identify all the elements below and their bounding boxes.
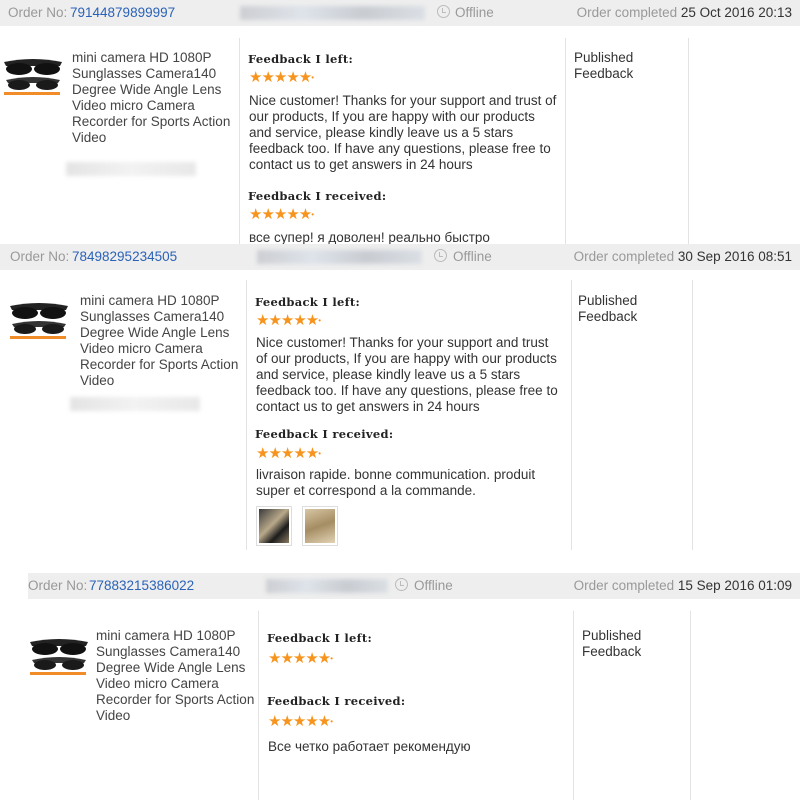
blurred-product-detail (66, 162, 196, 176)
published-feedback-status: Published Feedback (574, 50, 634, 81)
blurred-product-detail (70, 397, 200, 411)
feedback-received-heading: Feedback I received: (267, 694, 406, 708)
product-thumbnail[interactable] (28, 632, 90, 676)
online-status: Offline (414, 578, 453, 593)
order-header: Order No: 79144879899997 Offline Order c… (0, 0, 800, 26)
blurred-buyer-name (266, 579, 388, 593)
product-title-link[interactable]: mini camera HD 1080P Sunglasses Camera14… (96, 628, 256, 724)
order-number-label: Order No: (10, 249, 70, 264)
order-header: Order No: 77883215386022 Offline Order c… (28, 573, 800, 599)
rating-stars-left: ★★★★★• (256, 312, 321, 329)
review-photo[interactable] (256, 506, 292, 546)
feedback-received-text: livraison rapide. bonne communication. p… (256, 467, 536, 498)
online-status: Offline (455, 5, 494, 20)
online-status: Offline (453, 249, 492, 264)
order-completed: Order completed 25 Oct 2016 20:13 (576, 5, 792, 20)
clock-icon (395, 578, 408, 591)
rating-stars-received: ★★★★★• (256, 445, 321, 462)
order-number-link[interactable]: 79144879899997 (70, 5, 175, 20)
feedback-received-text: Все четко работает рекомендую (268, 739, 471, 754)
blurred-buyer-name (257, 250, 422, 264)
feedback-left-heading: Feedback I left: (267, 631, 373, 645)
feedback-received-heading: Feedback I received: (255, 427, 394, 441)
rating-stars-left: ★★★★★• (249, 69, 314, 86)
product-title-link[interactable]: mini camera HD 1080P Sunglasses Camera14… (80, 293, 240, 389)
rating-stars-left: ★★★★★• (268, 650, 333, 667)
published-feedback-status: Published Feedback (582, 628, 642, 659)
feedback-left-heading: Feedback I left: (255, 295, 361, 309)
order-card: Order No: 78498295234505 Offline Order c… (0, 244, 800, 550)
rating-stars-received: ★★★★★• (268, 713, 333, 730)
clock-icon (434, 249, 447, 262)
published-feedback-status: Published Feedback (578, 293, 638, 324)
feedback-received-heading: Feedback I received: (248, 189, 387, 203)
order-number-link[interactable]: 77883215386022 (89, 578, 194, 593)
feedback-left-text: Nice customer! Thanks for your support a… (256, 335, 558, 414)
order-number-label: Order No: (8, 5, 68, 20)
feedback-left-text: Nice customer! Thanks for your support a… (249, 93, 557, 172)
order-completed: Order completed 30 Sep 2016 08:51 (573, 249, 792, 264)
order-header: Order No: 78498295234505 Offline Order c… (0, 244, 800, 270)
order-number-link[interactable]: 78498295234505 (72, 249, 177, 264)
feedback-left-heading: Feedback I left: (248, 52, 354, 66)
clock-icon (437, 5, 450, 18)
blurred-buyer-name (240, 6, 425, 20)
product-title-link[interactable]: mini camera HD 1080P Sunglasses Camera14… (72, 50, 232, 146)
product-thumbnail[interactable] (2, 52, 64, 96)
review-photo[interactable] (302, 506, 338, 546)
order-card: Order No: 77883215386022 Offline Order c… (28, 573, 800, 800)
order-card: Order No: 79144879899997 Offline Order c… (0, 0, 800, 248)
order-number-label: Order No: (28, 578, 88, 593)
rating-stars-received: ★★★★★• (249, 206, 314, 223)
order-completed: Order completed 15 Sep 2016 01:09 (573, 578, 792, 593)
product-thumbnail[interactable] (8, 296, 70, 340)
